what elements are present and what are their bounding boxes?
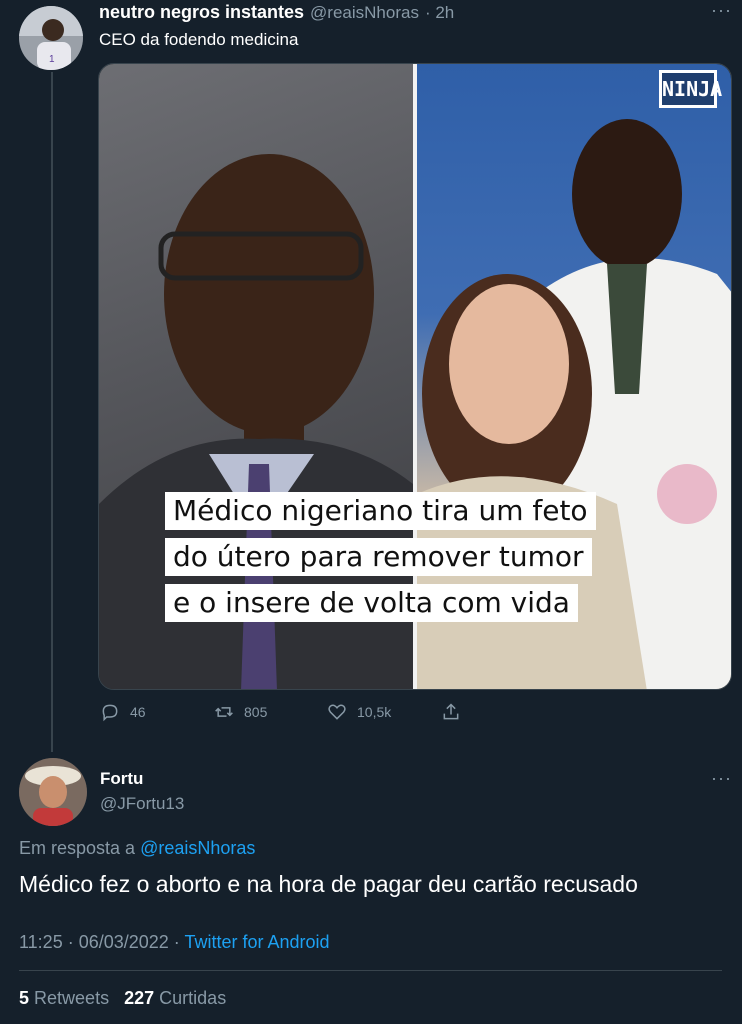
tweet-time[interactable]: · 2h [425,3,454,23]
caption-line-1: Médico nigeriano tira um feto [165,492,596,530]
svg-text:1: 1 [49,54,55,65]
share-icon [443,703,459,720]
retweets-label: Retweets [34,988,110,1008]
likes-stat[interactable]: 227 Curtidas [124,988,226,1008]
like-button[interactable]: 10,5k [327,702,391,722]
avatar-photo-icon [19,758,87,826]
more-options-icon[interactable]: ··· [711,768,732,789]
thread-connector-line [51,72,53,752]
reply-count: 46 [130,704,146,720]
tweet-client-link[interactable]: Twitter for Android [184,932,329,952]
retweet-button[interactable]: 805 [214,702,267,722]
retweets-stat[interactable]: 5 Retweets [19,988,114,1008]
reply-to-link[interactable]: @reaisNhoras [140,838,255,858]
caption-line-2: do útero para remover tumor [165,538,592,576]
retweet-count: 805 [244,704,268,720]
author-handle[interactable]: @reaisNhoras [310,3,419,23]
share-button[interactable] [441,702,461,722]
avatar-photo-icon: 1 [19,6,83,70]
ninja-watermark-logo: NINJA [659,70,722,108]
reply-button[interactable]: 46 [100,702,146,722]
tweet-text: CEO da fodendo medicina [99,30,299,49]
more-options-icon[interactable]: ··· [711,0,732,21]
tweet-media-image[interactable]: NINJA Médico nigeriano tira um feto do ú… [98,63,732,690]
likes-label: Curtidas [159,988,227,1008]
heart-icon [328,704,346,720]
author-handle[interactable]: @JFortu13 [100,794,184,814]
tweet-timestamp[interactable]: 11:25 · 06/03/2022 · [19,932,180,952]
divider [19,970,722,971]
retweet-icon [215,707,233,717]
reply-icon [102,704,118,722]
tweet-text: Médico fez o aborto e na hora de pagar d… [19,871,638,897]
reply-prefix: Em resposta a [19,838,136,858]
like-count: 10,5k [357,704,392,720]
author-name[interactable]: Fortu [100,769,143,789]
avatar[interactable]: 1 [19,6,83,70]
retweets-count: 5 [19,988,30,1008]
likes-count: 227 [124,988,155,1008]
caption-line-3: e o insere de volta com vida [165,584,578,622]
avatar[interactable] [19,758,87,826]
author-name[interactable]: neutro negros instantes [99,2,304,23]
